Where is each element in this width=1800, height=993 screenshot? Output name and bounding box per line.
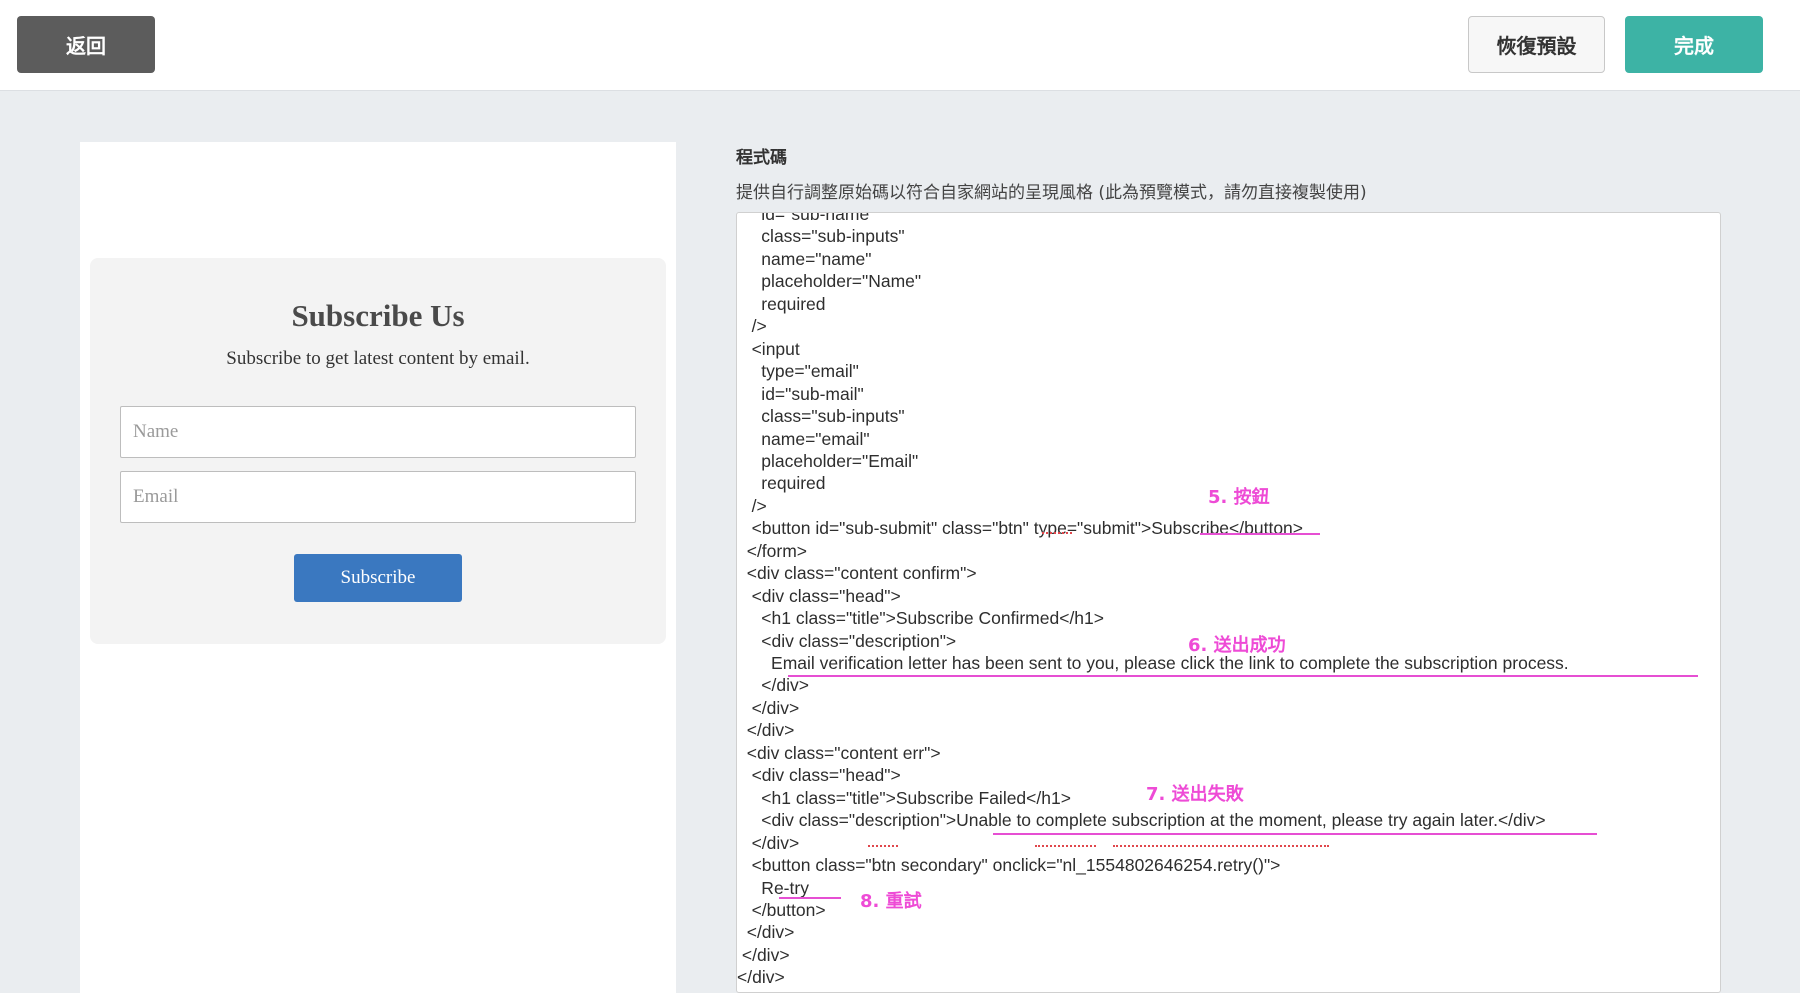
spellcheck-underline <box>1042 531 1072 534</box>
subscribe-title: Subscribe Us <box>291 298 465 333</box>
code-line: </button> <box>737 899 826 920</box>
code-line: name="name" <box>737 248 872 269</box>
annotation-underline-button <box>1200 533 1320 535</box>
back-button[interactable]: 返回 <box>17 16 155 73</box>
code-line: </div> <box>737 922 795 943</box>
code-section-hint: 提供自行調整原始碼以符合自家網站的呈現風格 (此為預覽模式，請勿直接複製使用) <box>736 183 1367 203</box>
code-line: <div class="content err"> <box>737 742 941 763</box>
code-line: /> <box>737 316 767 337</box>
code-line: <div class="description"> <box>737 630 957 651</box>
code-line: /> <box>737 495 767 516</box>
code-line: <input <box>737 338 800 359</box>
code-line: <button class="btn secondary" onclick="n… <box>737 855 1281 876</box>
code-line: <div class="content confirm"> <box>737 563 977 584</box>
code-line: Email verification letter has been sent … <box>737 653 1569 673</box>
reset-default-button[interactable]: 恢復預設 <box>1468 16 1605 73</box>
code-section-label: 程式碼 <box>736 148 787 168</box>
code-line: id="sub-mail" <box>737 383 864 404</box>
annotation-retry-label: 8. 重試 <box>860 891 922 912</box>
preview-panel: Subscribe Us Subscribe to get latest con… <box>80 142 676 993</box>
code-line: placeholder="Name" <box>737 271 922 292</box>
subscribe-form-card: Subscribe Us Subscribe to get latest con… <box>90 258 666 644</box>
code-line: required <box>737 473 826 494</box>
code-line: </div> <box>737 967 785 988</box>
done-button[interactable]: 完成 <box>1625 16 1763 73</box>
email-input[interactable] <box>120 471 636 523</box>
subscribe-button[interactable]: Subscribe <box>294 554 462 602</box>
code-line: Re-try <box>737 877 809 898</box>
code-line: <div class="head"> <box>737 585 901 606</box>
code-line: required <box>737 293 826 314</box>
spellcheck-underline <box>1035 844 1096 847</box>
code-line: </div> <box>737 832 800 853</box>
code-line: </div> <box>737 697 800 718</box>
code-line: <div class="head"> <box>737 765 901 786</box>
annotation-underline-success <box>788 675 1698 677</box>
spellcheck-underline <box>868 844 898 847</box>
code-line: </div> <box>737 675 809 696</box>
code-line: placeholder="Email" <box>737 450 919 471</box>
code-editor[interactable]: </div> </div> </div> </button> Re-try <b… <box>736 212 1721 993</box>
code-line: <div class="description">Unable to compl… <box>737 810 1546 831</box>
spellcheck-underline <box>1113 844 1329 847</box>
code-line: id="sub-name" <box>737 212 876 224</box>
code-line: <h1 class="title">Subscribe Failed</h1> <box>737 787 1071 808</box>
annotation-button-label: 5. 按鈕 <box>1208 487 1270 508</box>
code-line: </form> <box>737 540 808 561</box>
code-line: name="email" <box>737 428 870 449</box>
code-line: </div> <box>737 720 795 741</box>
annotation-underline-fail <box>993 833 1597 835</box>
code-line: type="email" <box>737 361 859 382</box>
annotation-fail-label: 7. 送出失敗 <box>1146 784 1244 805</box>
code-line: </div> <box>737 944 790 965</box>
code-line: class="sub-inputs" <box>737 226 905 247</box>
annotation-success-label: 6. 送出成功 <box>1188 635 1286 656</box>
top-toolbar: 返回 恢復預設 完成 <box>0 0 1800 91</box>
name-input[interactable] <box>120 406 636 458</box>
annotation-underline-retry <box>779 897 841 899</box>
subscribe-description: Subscribe to get latest content by email… <box>226 348 530 369</box>
code-line: <button id="sub-submit" class="btn" type… <box>737 518 1303 539</box>
code-line: <h1 class="title">Subscribe Confirmed</h… <box>737 608 1104 629</box>
code-line: class="sub-inputs" <box>737 406 905 427</box>
